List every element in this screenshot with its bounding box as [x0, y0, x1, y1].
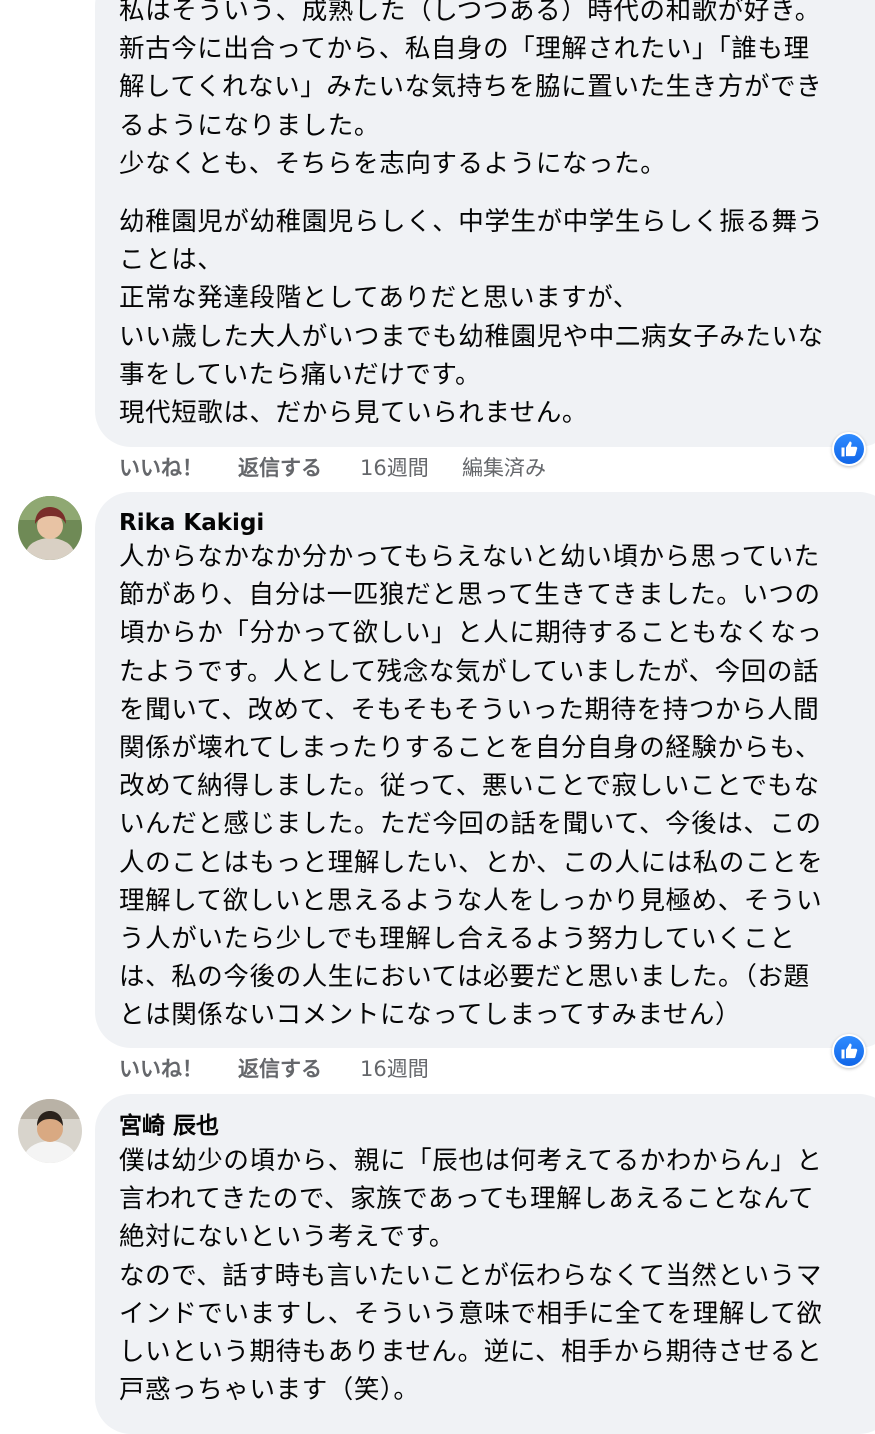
comment-line: 私はそういう、成熟した（しつつある）時代の和歌が好き。 — [119, 0, 821, 26]
comment-line: 節があり、自分は一匹狼だと思って生きてきました。いつの — [119, 580, 821, 611]
comment-line: 人からなかなか分かってもらえないと幼い頃から思っていた — [119, 542, 820, 572]
like-link[interactable]: いいね！ — [119, 1053, 203, 1083]
comment-text: 幼稚園児が幼稚園児らしく、中学生が中学生らしく振る舞う ことは、 正常な発達段階… — [119, 203, 824, 432]
comment-line: るようになりました。 — [119, 110, 381, 141]
comment-line: とは関係ないコメントになってしまってすみません） — [119, 1000, 742, 1031]
comment-line: 人のことはもっと理解したい、とか、この人には私のことを — [119, 847, 824, 878]
like-link[interactable]: いいね！ — [119, 452, 203, 482]
reply-link[interactable]: 返信する — [238, 452, 322, 482]
comment-line: 関係が壊れてしまったりすることを自分自身の経験からも、 — [119, 733, 822, 764]
comment-text: 僕は幼少の頃から、親に「辰也は何考えてるかわからん」と 言われてきたので、家族で… — [119, 1142, 822, 1409]
comment-line: たようです。人として残念な気がしていましたが、今回の話 — [119, 656, 820, 687]
comment-line: なので、話す時も言いたいことが伝わらなくて当然というマ — [119, 1260, 822, 1291]
comment-line: 改めて納得しました。従って、悪いことで寂しいことでもな — [119, 771, 820, 802]
comment-text: 私はそういう、成熟した（しつつある）時代の和歌が好き。 新古今に出合ってから、私… — [119, 0, 822, 183]
like-thumbs-up-icon[interactable] — [832, 1034, 866, 1068]
edited-label: 編集済み — [462, 456, 546, 480]
comment-line: 絶対にないという考えです。 — [119, 1222, 455, 1253]
comment-bubble: 私はそういう、成熟した（しつつある）時代の和歌が好き。 新古今に出合ってから、私… — [95, 0, 875, 447]
comment-line: 事をしていたら痛いだけです。 — [119, 359, 482, 390]
comment-line: 戸惑っちゃいます（笑）。 — [119, 1375, 420, 1406]
comment-line: 僕は幼少の頃から、親に「辰也は何考えてるかわからん」と — [119, 1146, 823, 1176]
comment-line: しいという期待もありません。逆に、相手から期待させると — [119, 1337, 823, 1368]
comment-line: 現代短歌は、だから見ていられません。 — [119, 398, 589, 429]
comment-line: 幼稚園児が幼稚園児らしく、中学生が中学生らしく振る舞う — [119, 207, 824, 237]
comment-line: は、私の今後の人生においては必要だと思いました。（お題 — [119, 962, 810, 993]
comment-line: 言われてきたので、家族であっても理解しあえることなんて — [119, 1184, 815, 1215]
comment-line: いい歳した大人がいつまでも幼稚園児や中二病女子みたいな — [119, 321, 824, 352]
comment-line: 新古今に出合ってから、私自身の「理解されたい」「誰も理 — [119, 34, 810, 65]
comment-author[interactable]: 宮崎 辰也 — [119, 1111, 219, 1141]
like-thumbs-up-icon[interactable] — [832, 432, 866, 466]
avatar[interactable] — [18, 1099, 82, 1163]
comment-line: 少なくとも、そちらを志向するようになった。 — [119, 148, 667, 179]
comment-line: う人がいたら少しでも理解し合えるよう努力していくこと — [119, 924, 796, 955]
timestamp[interactable]: 16週間 — [360, 452, 429, 482]
comment-line: いんだと感じました。ただ今回の話を聞いて、今後は、この — [119, 809, 822, 840]
comment-bubble: Rika Kakigi 人からなかなか分かってもらえないと幼い頃から思っていた … — [95, 492, 875, 1048]
comment-line: ことは、 — [119, 245, 224, 276]
comment-bubble: 宮崎 辰也 僕は幼少の頃から、親に「辰也は何考えてるかわからん」と 言われてきた… — [95, 1094, 875, 1434]
reply-link[interactable]: 返信する — [238, 1053, 322, 1083]
comment-line: 理解して欲しいと思えるような人をしっかり見極め、そうい — [119, 885, 823, 916]
comment-line: 正常な発達段階としてありだと思いますが、 — [119, 283, 639, 314]
comment-line: 頃からか「分かって欲しい」と人に期待することもなくなっ — [119, 618, 823, 649]
comment-line: インドでいますし、そういう意味で相手に全てを理解して欲 — [119, 1298, 823, 1329]
avatar[interactable] — [18, 496, 82, 560]
comment-text: 人からなかなか分かってもらえないと幼い頃から思っていた 節があり、自分は一匹狼だ… — [119, 538, 823, 1035]
timestamp[interactable]: 16週間 — [360, 1053, 429, 1083]
comment-author[interactable]: Rika Kakigi — [119, 508, 264, 538]
comment-line: 解してくれない」みたいな気持ちを脇に置いた生き方ができ — [119, 72, 823, 103]
comment-line: を聞いて、改めて、そもそもそういった期待を持つから人間 — [119, 694, 820, 725]
